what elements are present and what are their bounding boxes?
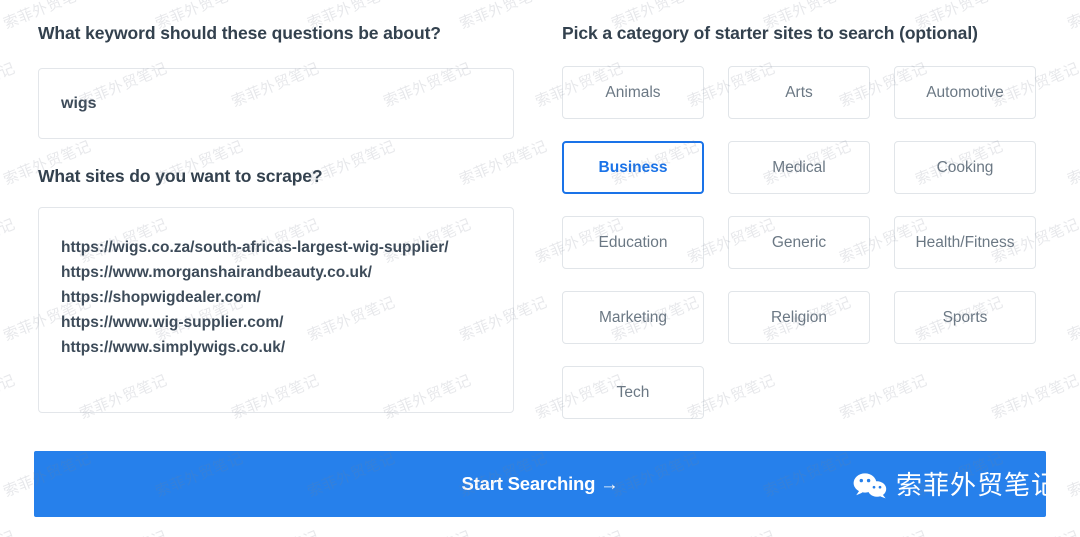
category-button-label: Education (598, 233, 668, 251)
category-button-cooking[interactable]: Cooking (894, 141, 1036, 194)
category-button-health-fitness[interactable]: Health/Fitness (894, 216, 1036, 269)
category-button-label: Arts (785, 83, 813, 101)
category-button-religion[interactable]: Religion (728, 291, 870, 344)
category-button-sports[interactable]: Sports (894, 291, 1036, 344)
category-button-label: Marketing (598, 308, 668, 326)
category-button-label: Medical (772, 158, 826, 176)
sites-textarea[interactable]: https://wigs.co.za/south-africas-largest… (38, 207, 514, 413)
category-button-label: Health/Fitness (915, 233, 1015, 251)
category-button-generic[interactable]: Generic (728, 216, 870, 269)
category-button-label: Business (598, 158, 668, 176)
start-searching-label: Start Searching → (461, 473, 619, 494)
category-button-arts[interactable]: Arts (728, 66, 870, 119)
category-button-automotive[interactable]: Automotive (894, 66, 1036, 119)
sites-question-heading: What sites do you want to scrape? (38, 166, 323, 186)
category-button-label: Generic (771, 233, 827, 251)
category-button-label: Sports (942, 308, 988, 326)
wechat-brand-name: 索菲外贸笔记 (895, 471, 1058, 501)
category-grid: Animals Arts Automotive Business Medical Cook… (562, 66, 1036, 419)
category-button-tech[interactable]: Tech (562, 366, 704, 419)
category-question-heading: Pick a category of starter sites to sear… (562, 23, 978, 43)
category-button-animals[interactable]: Animals (562, 66, 704, 119)
category-button-education[interactable]: Education (562, 216, 704, 269)
category-button-label: Religion (770, 308, 827, 326)
category-button-marketing[interactable]: Marketing (562, 291, 704, 344)
category-button-label: Automotive (926, 83, 1004, 101)
category-button-business[interactable]: Business (562, 141, 704, 194)
category-button-label: Animals (605, 83, 661, 101)
keyword-input[interactable] (38, 68, 514, 139)
wechat-icon (853, 472, 887, 500)
keyword-question-heading: What keyword should these questions be a… (38, 23, 441, 43)
wechat-brand: 索菲外贸笔记 (853, 466, 1058, 506)
category-button-label: Tech (616, 383, 650, 401)
category-button-medical[interactable]: Medical (728, 141, 870, 194)
category-button-label: Cooking (936, 158, 994, 176)
